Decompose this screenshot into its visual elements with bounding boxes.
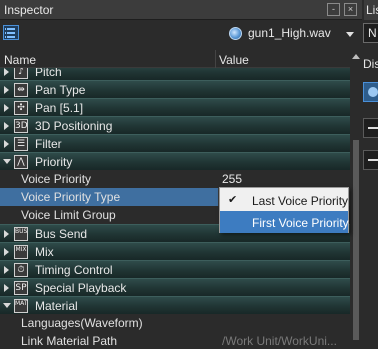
category-row[interactable]: SP Special Playback (0, 278, 350, 296)
row-label: 3D Positioning (35, 119, 113, 133)
display-option-button[interactable] (363, 118, 378, 138)
expand-closed-icon[interactable] (4, 284, 9, 292)
row-label: Voice Priority Type (21, 190, 121, 204)
row-label: Languages(Waveform) (21, 316, 143, 330)
column-divider[interactable] (215, 50, 216, 68)
list-panel-titlebar: List (364, 0, 378, 20)
property-row[interactable]: Link Material Path/Work Unit/WorkUni... (0, 332, 350, 349)
value-cell[interactable] (218, 314, 350, 332)
category-row[interactable]: ⏱ Timing Control (0, 260, 350, 278)
category-row[interactable]: ⇹ Pan Type (0, 80, 350, 98)
checkmark-icon: ✔ (228, 193, 238, 206)
scroll-up-arrow[interactable] (352, 54, 360, 59)
expand-closed-icon[interactable] (4, 122, 9, 130)
3d-positioning-icon: 3D (14, 119, 28, 133)
expand-open-icon[interactable] (3, 303, 11, 308)
category-row[interactable]: ☰ Filter (0, 134, 350, 152)
scrollbar-thumb[interactable] (353, 140, 359, 340)
pan-51-icon: ✣ (14, 101, 28, 115)
inspector-toolbar: gun1_High.wav (0, 20, 362, 50)
list-panel: List N Display (362, 0, 378, 349)
row-label: Special Playback (35, 281, 127, 295)
category-row[interactable]: MIX Mix (0, 242, 350, 260)
expand-closed-icon[interactable] (4, 86, 9, 94)
expand-closed-icon[interactable] (4, 140, 9, 148)
vertical-scrollbar[interactable] (350, 50, 362, 349)
row-label: Voice Limit Group (21, 208, 116, 222)
pitch-icon: ♪ (14, 68, 28, 79)
expand-closed-icon[interactable] (4, 68, 9, 76)
mix-icon: MIX (14, 245, 28, 259)
list-panel-field[interactable]: N (363, 23, 378, 43)
property-row[interactable]: Voice Priority 255 (0, 170, 350, 188)
chevron-down-icon[interactable] (346, 32, 354, 37)
dropdown-option-last-voice-priority[interactable]: ✔ Last Voice Priority (220, 189, 348, 211)
list-panel-field-text: N (368, 26, 377, 40)
value-column-header[interactable]: Value (219, 53, 249, 67)
category-row[interactable]: ⋀ Priority (0, 152, 350, 170)
close-button[interactable]: × (344, 3, 357, 16)
inspector-panel: Inspector - × gun1_High.wav Name Value ♪… (0, 0, 362, 349)
voice-priority-type-dropdown: ✔ Last Voice Priority First Voice Priori… (219, 187, 349, 233)
material-icon: MAT (14, 299, 28, 313)
row-label: Bus Send (35, 227, 88, 241)
list-panel-title: List (366, 3, 378, 17)
category-row[interactable]: MAT Material (0, 296, 350, 314)
display-option-button[interactable] (363, 150, 378, 170)
name-column-header[interactable]: Name (4, 53, 36, 67)
timing-control-icon: ⏱ (14, 263, 28, 277)
special-playback-icon: SP (14, 281, 28, 295)
pin-button[interactable]: - (327, 3, 340, 16)
bus-send-icon: BUS (14, 227, 28, 241)
dropdown-option-label: First Voice Priority (252, 216, 349, 230)
pan-type-icon: ⇹ (14, 83, 28, 97)
expand-closed-icon[interactable] (4, 266, 9, 274)
category-row[interactable]: ♪ Pitch (0, 68, 350, 80)
row-label: Pan [5.1] (35, 101, 84, 115)
expand-closed-icon[interactable] (4, 248, 9, 256)
property-row[interactable]: Languages(Waveform) (0, 314, 350, 332)
expand-closed-icon[interactable] (4, 230, 9, 238)
expand-closed-icon[interactable] (4, 104, 9, 112)
display-section-label: Display (363, 57, 378, 71)
row-label: Priority (35, 155, 73, 169)
inspector-titlebar: Inspector - × (0, 0, 362, 20)
filter-icon: ☰ (14, 137, 28, 151)
row-label: Filter (35, 137, 62, 151)
row-label: Link Material Path (21, 334, 118, 348)
list-view-button[interactable] (3, 25, 19, 40)
dropdown-option-first-voice-priority[interactable]: First Voice Priority (220, 211, 349, 233)
display-mode-button[interactable] (363, 82, 378, 102)
sound-wave-icon (229, 27, 242, 40)
category-row[interactable]: ✣ Pan [5.1] (0, 98, 350, 116)
app-root: Inspector - × gun1_High.wav Name Value ♪… (0, 0, 378, 349)
object-name: gun1_High.wav (248, 26, 331, 40)
row-label: Pan Type (35, 83, 86, 97)
inspector-title: Inspector (4, 3, 54, 17)
expand-open-icon[interactable] (3, 159, 11, 164)
row-label: Voice Priority (21, 172, 92, 186)
row-label: Timing Control (35, 263, 113, 277)
priority-icon: ⋀ (14, 155, 28, 169)
row-value: /Work Unit/WorkUni... (222, 334, 337, 348)
row-label: Pitch (35, 68, 62, 79)
row-label: Mix (35, 245, 54, 259)
column-header: Name Value (0, 50, 350, 68)
dropdown-option-label: Last Voice Priority (252, 194, 349, 208)
row-value: 255 (222, 172, 243, 186)
row-label: Material (35, 299, 78, 313)
category-row[interactable]: 3D 3D Positioning (0, 116, 350, 134)
